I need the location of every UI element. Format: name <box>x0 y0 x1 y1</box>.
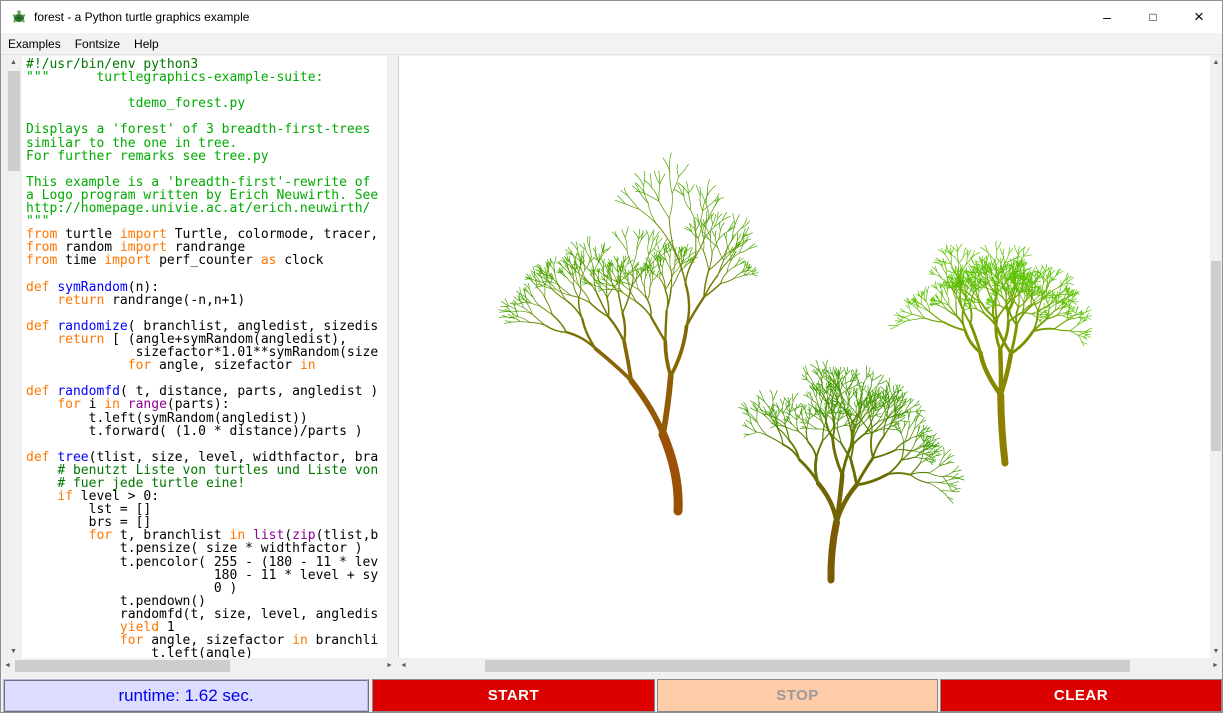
scrollbar-row: ◄ ► ◄ ► <box>1 659 1222 673</box>
scroll-down-icon[interactable]: ▼ <box>7 645 20 658</box>
code-line: For further remarks see tree.py <box>26 150 387 163</box>
code-area[interactable]: #!/usr/bin/env python3""" turtlegraphics… <box>22 56 387 658</box>
canvas-hscroll-thumb[interactable] <box>485 660 1130 672</box>
code-line: return randrange(-n,n+1) <box>26 294 387 307</box>
scroll-up-icon[interactable]: ▲ <box>7 56 20 69</box>
code-line: from time import perf_counter as clock <box>26 254 387 267</box>
scroll-right-icon[interactable]: ► <box>1209 659 1222 672</box>
code-hscroll-thumb[interactable] <box>15 660 230 672</box>
menu-examples[interactable]: Examples <box>1 34 68 54</box>
close-button[interactable]: × <box>1176 1 1222 33</box>
menubar: Examples Fontsize Help <box>1 33 1222 55</box>
scroll-left-icon[interactable]: ◄ <box>397 659 410 672</box>
canvas-vertical-scrollbar[interactable]: ▲ ▼ <box>1210 56 1222 658</box>
window-controls: – □ × <box>1084 1 1222 33</box>
code-line: tdemo_forest.py <box>26 97 387 110</box>
clear-button[interactable]: CLEAR <box>940 679 1222 712</box>
app-window: forest - a Python turtle graphics exampl… <box>0 0 1223 713</box>
menu-fontsize[interactable]: Fontsize <box>68 34 127 54</box>
turtle-icon <box>11 9 27 25</box>
canvas-vscroll-thumb[interactable] <box>1211 261 1221 451</box>
runtime-label: runtime: 1.62 sec. <box>3 679 369 712</box>
code-line: """ turtlegraphics-example-suite: <box>26 71 387 84</box>
menu-help[interactable]: Help <box>127 34 166 54</box>
code-line: t.forward( (1.0 * distance)/parts ) <box>26 425 387 438</box>
minimize-icon: – <box>1103 12 1111 22</box>
close-icon: × <box>1194 7 1204 27</box>
scroll-up-icon[interactable]: ▲ <box>1210 56 1222 69</box>
minimize-button[interactable]: – <box>1084 1 1130 33</box>
start-button[interactable]: START <box>372 679 655 712</box>
stop-button[interactable]: STOP <box>657 679 938 712</box>
turtle-canvas-drawing <box>399 56 1213 658</box>
window-title: forest - a Python turtle graphics exampl… <box>34 10 249 24</box>
bottombar: runtime: 1.62 sec. START STOP CLEAR <box>1 673 1222 712</box>
titlebar: forest - a Python turtle graphics exampl… <box>1 1 1222 33</box>
scroll-down-icon[interactable]: ▼ <box>1210 645 1222 658</box>
code-horizontal-scrollbar[interactable]: ◄ ► <box>1 659 396 673</box>
maximize-icon: □ <box>1149 10 1156 24</box>
turtle-canvas <box>398 56 1212 658</box>
code-line: for angle, sizefactor in <box>26 359 387 372</box>
scroll-right-icon[interactable]: ► <box>383 659 396 672</box>
maximize-button[interactable]: □ <box>1130 1 1176 33</box>
code-line: t.left(angle) <box>26 647 387 658</box>
canvas-horizontal-scrollbar[interactable]: ◄ ► <box>397 659 1222 673</box>
code-line: http://homepage.univie.ac.at/erich.neuwi… <box>26 202 387 215</box>
code-vertical-scrollbar[interactable]: ▲ ▼ <box>7 56 21 658</box>
code-vscroll-thumb[interactable] <box>8 71 20 171</box>
scroll-left-icon[interactable]: ◄ <box>1 659 14 672</box>
main-area: ▲ ▼ #!/usr/bin/env python3""" turtlegrap… <box>1 55 1222 659</box>
tree-1 <box>499 153 759 511</box>
tree-2 <box>739 360 964 580</box>
